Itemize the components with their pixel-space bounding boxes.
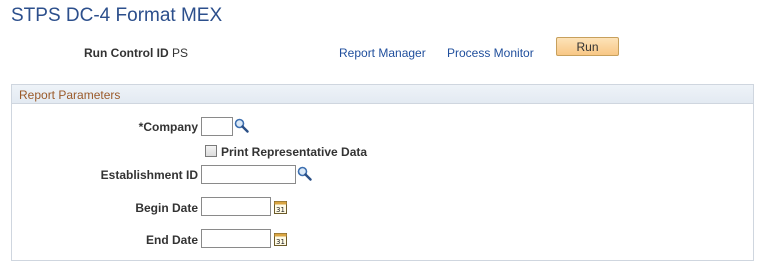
end-date-label: End Date — [145, 233, 198, 247]
report-manager-link[interactable]: Report Manager — [339, 46, 426, 60]
svg-text:31: 31 — [276, 206, 285, 214]
company-input[interactable] — [201, 117, 233, 136]
process-monitor-link[interactable]: Process Monitor — [447, 46, 534, 60]
end-date-calendar-icon[interactable]: 31 — [274, 232, 287, 246]
run-button[interactable]: Run — [556, 37, 619, 56]
print-representative-checkbox[interactable] — [205, 145, 217, 157]
page-title: STPS DC-4 Format MEX — [11, 5, 223, 26]
begin-date-input[interactable] — [201, 197, 271, 216]
print-representative-label: Print Representative Data — [221, 145, 368, 159]
establishment-id-label: Establishment ID — [100, 168, 198, 182]
report-parameters-header — [12, 85, 753, 104]
end-date-input[interactable] — [201, 229, 271, 248]
company-lookup-magnifier-icon[interactable] — [234, 118, 249, 133]
begin-date-label: Begin Date — [135, 201, 198, 215]
run-control-value: PS — [172, 46, 189, 60]
report-parameters-title: Report Parameters — [19, 88, 121, 102]
company-label: *Company — [138, 120, 198, 134]
establishment-lookup-magnifier-icon[interactable] — [297, 166, 312, 181]
svg-text:31: 31 — [276, 238, 285, 246]
run-control-label: Run Control ID — [84, 46, 169, 60]
begin-date-calendar-icon[interactable]: 31 — [274, 200, 287, 214]
establishment-id-input[interactable] — [201, 165, 296, 184]
